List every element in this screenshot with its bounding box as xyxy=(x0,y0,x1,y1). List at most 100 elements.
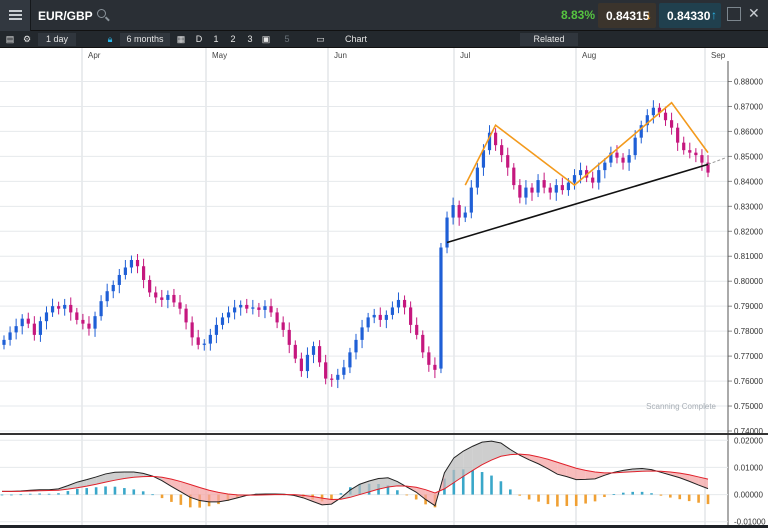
candle xyxy=(215,325,218,335)
candle xyxy=(464,213,467,218)
chat-icon[interactable]: ▭ xyxy=(314,33,327,46)
price-tick-label: 0.87000 xyxy=(734,102,763,111)
sell-arrow-icon: ↓ xyxy=(646,8,652,22)
candle xyxy=(555,185,558,192)
candle xyxy=(15,326,18,332)
price-tick-label: 0.80000 xyxy=(734,277,763,286)
candle xyxy=(421,335,424,352)
candle xyxy=(403,300,406,307)
chart-toolbar: ▤ ⚙ 1 day 🔒︎ 6 months ▦ D 1 2 3 ▣ 5 ▭ Ch… xyxy=(0,31,768,48)
candle xyxy=(373,315,376,317)
macd-histogram-bar xyxy=(471,470,474,494)
period-2[interactable]: 2 xyxy=(227,33,239,46)
macd-histogram-bar xyxy=(340,493,343,494)
search-icon[interactable] xyxy=(97,9,106,18)
candle xyxy=(166,295,169,300)
macd-histogram-bar xyxy=(10,495,13,496)
close-icon[interactable]: ✕ xyxy=(748,5,760,22)
buy-arrow-icon: ↑ xyxy=(711,8,717,22)
candle xyxy=(494,133,497,145)
candle xyxy=(530,188,533,193)
candle xyxy=(433,365,436,370)
period-select[interactable]: 6 months xyxy=(120,33,170,46)
candle xyxy=(148,280,151,292)
related-button[interactable]: Related xyxy=(520,33,578,46)
notes-icon[interactable]: ▤ xyxy=(4,33,16,46)
macd-histogram-bar xyxy=(481,472,484,495)
candle xyxy=(536,180,539,192)
hamburger-menu-icon[interactable] xyxy=(0,0,31,31)
daily-change-percent: 8.83% xyxy=(555,8,595,22)
price-tick-label: 0.79000 xyxy=(734,302,763,311)
candle xyxy=(269,306,272,312)
buy-price-button[interactable]: 0.84330↑ xyxy=(659,3,721,28)
candle xyxy=(263,306,266,310)
macd-histogram-bar xyxy=(170,495,173,502)
lock-icon[interactable]: 🔒︎ xyxy=(104,33,116,46)
macd-histogram-bar xyxy=(566,495,569,506)
chart-forum-link[interactable]: Chart Forum xyxy=(331,33,381,46)
macd-histogram-bar xyxy=(537,495,540,502)
candle xyxy=(360,327,363,339)
candle xyxy=(130,260,133,267)
macd-histogram-bar xyxy=(67,491,70,495)
macd-histogram-bar xyxy=(76,489,79,495)
price-tick-label: 0.85000 xyxy=(734,152,763,161)
chart-area[interactable]: AprMayJunJulAugSep0.880000.870000.860000… xyxy=(0,48,768,525)
macd-histogram-bar xyxy=(528,495,531,500)
calendar-icon[interactable]: ▦ xyxy=(175,33,187,46)
candle xyxy=(257,307,260,309)
instrument-symbol[interactable]: EUR/GBP xyxy=(38,9,93,23)
candle xyxy=(628,155,631,162)
candle xyxy=(354,340,357,352)
month-label: Apr xyxy=(88,51,101,60)
candle xyxy=(518,185,521,197)
period-5[interactable]: 5 xyxy=(281,33,293,46)
candle xyxy=(549,188,552,193)
macd-histogram-bar xyxy=(660,495,663,496)
candle xyxy=(209,335,212,344)
candle xyxy=(615,153,618,158)
sell-price-button[interactable]: 0.84315↓ xyxy=(598,3,656,28)
candle xyxy=(367,317,370,327)
candle xyxy=(21,319,24,326)
macd-histogram-bar xyxy=(38,493,41,494)
candle xyxy=(500,145,503,155)
candle xyxy=(700,155,703,162)
candle xyxy=(391,307,394,314)
macd-histogram-bar xyxy=(594,495,597,502)
candle xyxy=(251,307,254,308)
candle xyxy=(300,359,303,371)
period-d[interactable]: D xyxy=(193,33,205,46)
macd-histogram-bar xyxy=(584,495,587,504)
period-1[interactable]: 1 xyxy=(210,33,222,46)
candle xyxy=(45,312,48,321)
candle xyxy=(51,306,54,312)
title-bar: EUR/GBP 8.83% 0.84315↓ 0.84330↑ ✕ xyxy=(0,0,768,31)
candle xyxy=(191,322,194,337)
candle xyxy=(294,345,297,359)
candle xyxy=(87,324,90,329)
candle xyxy=(160,297,163,299)
popout-window-icon[interactable] xyxy=(727,7,741,21)
interval-select[interactable]: 1 day xyxy=(38,33,76,46)
candle xyxy=(100,301,103,316)
layout-icon[interactable]: ▣ xyxy=(260,33,272,46)
candle xyxy=(342,367,345,374)
gear-icon[interactable]: ⚙ xyxy=(20,33,34,46)
candle xyxy=(409,307,412,324)
macd-histogram-bar xyxy=(85,488,88,495)
price-tick-label: 0.83000 xyxy=(734,202,763,211)
macd-histogram-bar xyxy=(1,495,4,496)
candle xyxy=(512,168,515,185)
sell-price: 0.84315 xyxy=(606,9,649,23)
month-label: Sep xyxy=(711,51,726,60)
period-3[interactable]: 3 xyxy=(244,33,256,46)
macd-histogram-bar xyxy=(631,492,634,495)
candle xyxy=(348,352,351,367)
macd-histogram-bar xyxy=(650,493,653,494)
candle xyxy=(603,163,606,170)
price-chart[interactable]: AprMayJunJulAugSep0.880000.870000.860000… xyxy=(0,48,768,525)
price-tick-label: 0.88000 xyxy=(734,77,763,86)
candle xyxy=(306,355,309,371)
